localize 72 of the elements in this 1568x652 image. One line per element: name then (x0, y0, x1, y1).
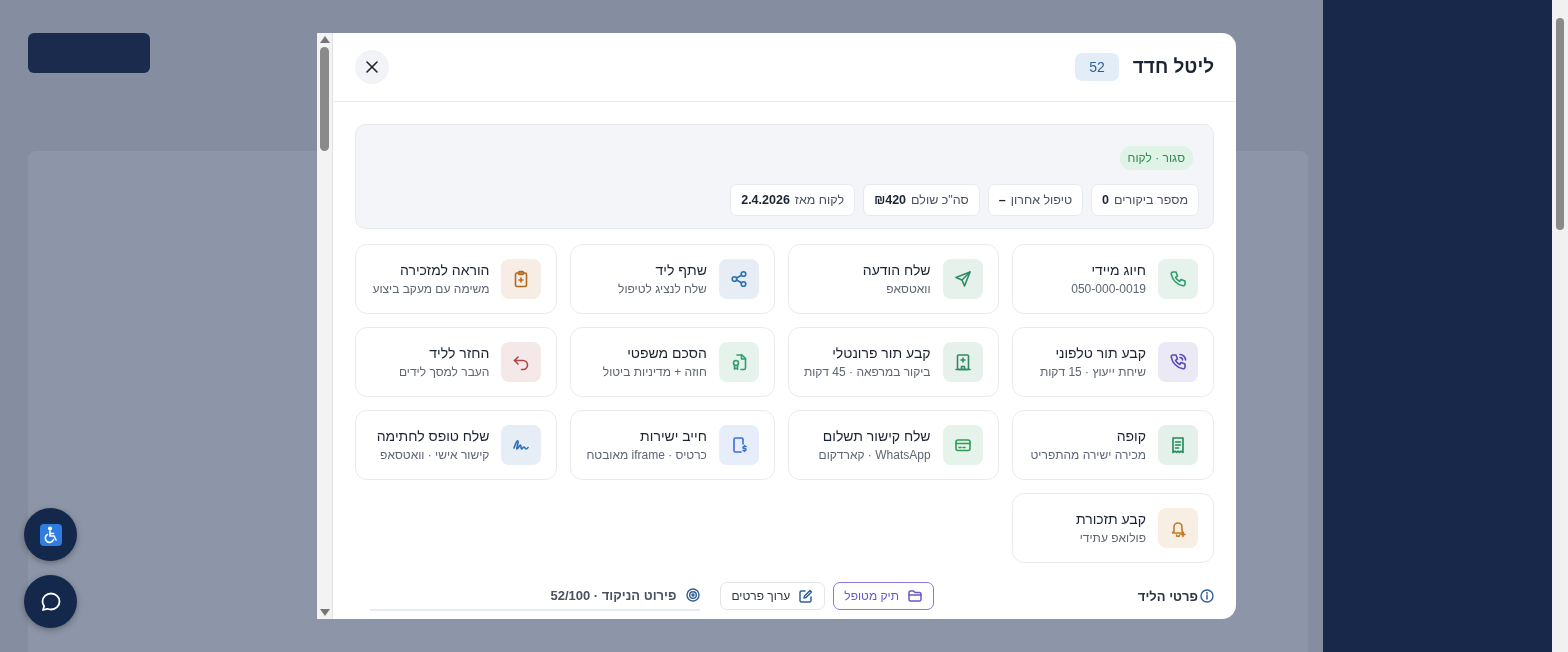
action-title: שלח קישור תשלום (821, 428, 931, 444)
scroll-up-arrow-icon[interactable] (319, 36, 330, 43)
info-icon (1200, 589, 1214, 603)
action-card[interactable]: קבע תור טלפוני שיחת ייעוץ · 15 דקות (1011, 327, 1214, 397)
action-subtitle: העבר למסך לידים (398, 365, 490, 379)
stat-label: טיפול אחרון (1010, 193, 1073, 207)
action-card[interactable]: קבע תור פרונטלי ביקור במרפאה · 45 דקות (787, 327, 999, 397)
action-title: קופה (1115, 428, 1146, 444)
action-title: חיוג מיידי (1090, 262, 1146, 278)
scrollbar-thumb[interactable] (1556, 18, 1564, 230)
phone-icon (1168, 269, 1188, 289)
action-card[interactable]: שלח טופס לחתימה קישור אישי · וואטסאפ (355, 410, 558, 480)
action-subtitle: קישור אישי · וואטסאפ (379, 448, 490, 462)
stat-value: 0 (1102, 193, 1110, 207)
action-title: חייב ישירות (639, 428, 707, 444)
action-subtitle: מכירה ישירה מהתפריט (1030, 448, 1146, 462)
action-card[interactable]: שתף ליד שלח לנציג לטיפול (570, 244, 775, 314)
action-title: שלח הודעה (862, 262, 931, 278)
stat-label: מספר ביקורים (1114, 193, 1188, 207)
action-subtitle: 050-000-0019 (1071, 282, 1146, 296)
stat-value: ₪420 (874, 193, 907, 207)
stat-label: לקוח מאז (794, 193, 845, 207)
clinic-building-icon (952, 352, 973, 372)
section-title: פרטי הליד (1137, 588, 1198, 604)
pencil-icon (798, 588, 815, 604)
dialog-title: ליטל חדד (1132, 56, 1214, 78)
phone-call-icon (1168, 352, 1188, 372)
target-icon (686, 588, 701, 602)
folder-icon (907, 588, 923, 604)
wheelchair-icon (39, 523, 62, 546)
action-card[interactable]: קופה מכירה ישירה מהתפריט (1011, 410, 1214, 480)
action-title: שלח טופס לחתימה (376, 428, 490, 444)
action-subtitle: וואטסאפ (885, 282, 931, 296)
action-card[interactable]: חייב ישירות כרטיס · iframe מאובטח (570, 410, 775, 480)
patient-file-button[interactable]: תיק מטופל (833, 582, 934, 610)
share-icon (728, 269, 749, 289)
status-tag: סגור · לקוח (1119, 146, 1193, 170)
page-scrollbar[interactable] (1552, 0, 1568, 652)
edit-details-button[interactable]: ערוך פרטים (720, 582, 826, 610)
close-icon (366, 61, 378, 73)
action-subtitle: כרטיס · iframe מאובטח (586, 448, 707, 462)
stat-value: 2.4.2026 (741, 193, 790, 207)
score-breakdown-link[interactable]: פירוט הניקוד · 52/100 (550, 587, 677, 603)
chat-bubble-icon (39, 590, 62, 613)
action-card[interactable]: שלח קישור תשלום WhatsApp · קארדקום (787, 410, 999, 480)
stat-label: סה"כ שולם (911, 193, 969, 207)
send-icon (952, 269, 973, 289)
action-card[interactable]: הוראה למזכירה משימה עם מעקב ביצוע (355, 244, 558, 314)
action-subtitle: שלח לנציג לטיפול (618, 282, 707, 296)
action-card[interactable]: קבע תזכורת פולואפ עתידי (1011, 493, 1214, 563)
action-card[interactable]: שלח הודעה וואטסאפ (787, 244, 999, 314)
action-title: הסכם משפטי (626, 345, 707, 361)
action-title: קבע תור טלפוני (1054, 345, 1146, 361)
action-subtitle: חוזה + מדיניות ביטול (602, 365, 707, 379)
action-subtitle: WhatsApp · קארדקום (818, 448, 931, 462)
action-subtitle: פולואפ עתידי (1078, 531, 1146, 545)
action-title: החזר לליד (428, 345, 490, 361)
action-subtitle: ביקור במרפאה · 45 דקות (803, 365, 931, 379)
action-title: קבע תור פרונטלי (831, 345, 931, 361)
action-subtitle: שיחת ייעוץ · 15 דקות (1039, 365, 1146, 379)
stat-value: – (998, 193, 1006, 207)
action-title: שתף ליד (654, 262, 707, 278)
action-card[interactable]: הסכם משפטי חוזה + מדיניות ביטול (570, 327, 775, 397)
action-card[interactable]: החזר לליד העבר למסך לידים (355, 327, 558, 397)
scrollbar-thumb[interactable] (320, 47, 329, 151)
action-subtitle: משימה עם מעקב ביצוע (372, 282, 490, 296)
action-title: קבע תזכורת (1075, 511, 1146, 527)
action-title: הוראה למזכירה (398, 262, 490, 278)
close-button[interactable] (355, 50, 389, 84)
scroll-down-arrow-icon[interactable] (319, 609, 330, 616)
dialog-scrollbar[interactable] (317, 33, 333, 619)
score-badge: 52 (1075, 53, 1119, 81)
